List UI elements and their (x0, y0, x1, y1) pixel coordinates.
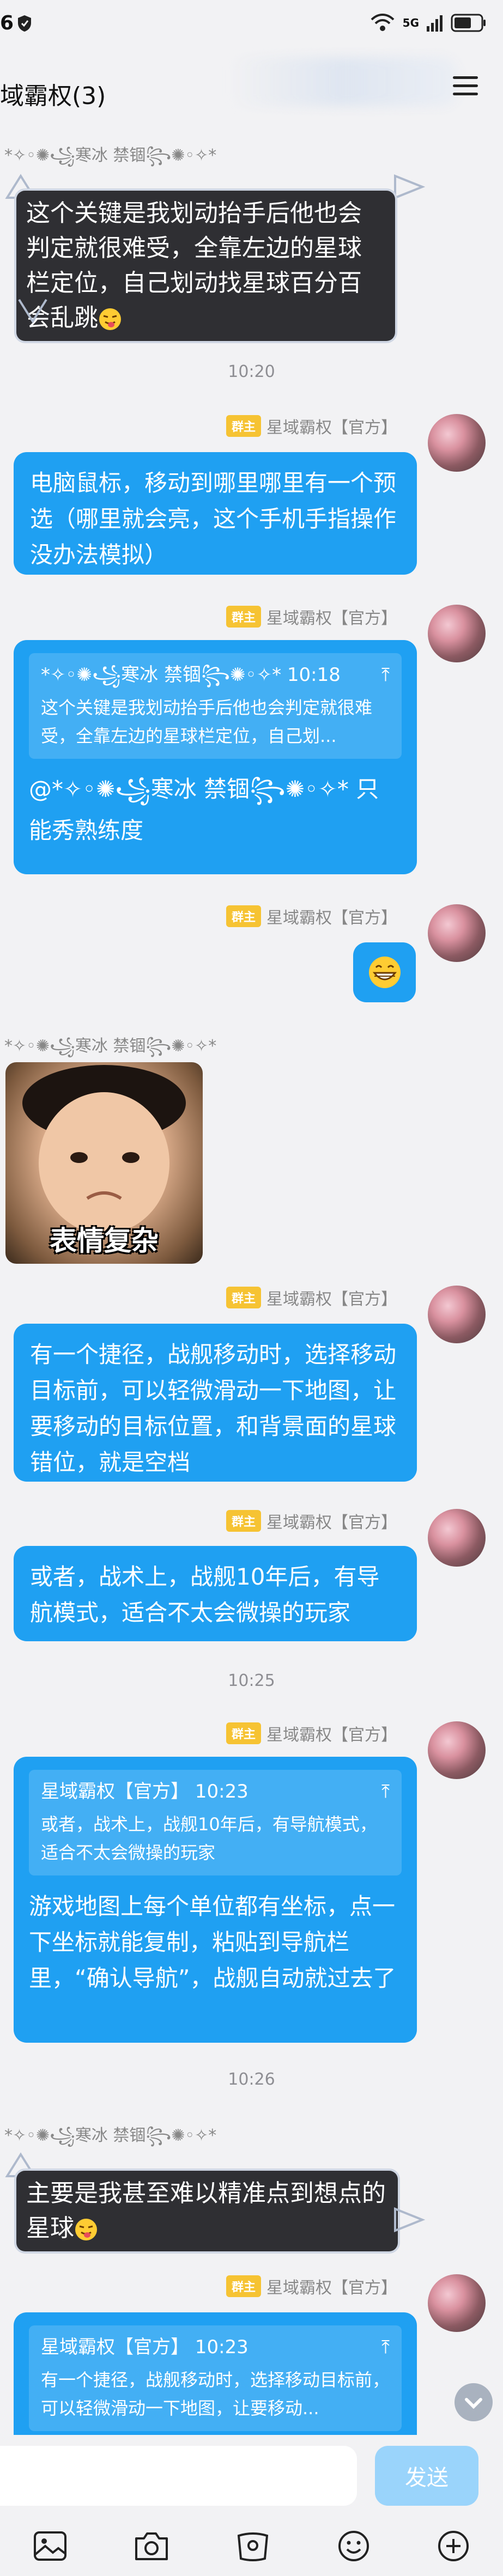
quote-text: 或者，战术上，战舰10年后，有导航模式，适合不太会微操的玩家 (41, 1814, 377, 1863)
message-text: 有一个捷径，战舰移动时，选择移动目标前，可以轻微滑动一下地图，让要移动的目标位置… (30, 1341, 397, 1476)
message-bubble[interactable]: *✧◦✺꧁寒冰 禁锢꧂✺◦✧* 10:18 ⤒ 这个关键是我划动抬手后他也会判定… (14, 640, 417, 874)
message-text: @*✧◦✺꧁寒冰 禁锢꧂✺◦✧* 只能秀熟练度 (29, 776, 379, 844)
grin-emoji-icon (368, 957, 401, 988)
tongue-emoji-icon (99, 308, 121, 330)
send-button[interactable]: 发送 (375, 2446, 478, 2506)
sender-name: *✧◦✺꧁寒冰 禁锢꧂✺◦✧* (4, 146, 217, 165)
status-time: 6 (0, 12, 14, 34)
sender-name: *✧◦✺꧁寒冰 禁锢꧂✺◦✧* (4, 2126, 217, 2145)
title-blur-decoration (229, 57, 458, 106)
message-text: 游戏地图上每个单位都有坐标，点一下坐标就能复制，粘贴到导航栏里，“确认导航”，战… (29, 1893, 396, 1992)
sender-name-row: *✧◦✺꧁寒冰 禁锢꧂✺◦✧* (4, 2122, 216, 2156)
sender-name: 星域霸权【官方】 (266, 1726, 398, 1745)
plus-icon[interactable] (437, 2530, 470, 2562)
message-text: 这个关键是我划动抬手后他也会判定就很难受，全靠左边的星球栏定位，自己划动找星球百… (26, 199, 362, 332)
avatar[interactable] (428, 414, 486, 472)
sender-name-row: 群主 星域霸权【官方】 (226, 1286, 397, 1310)
message-bubble[interactable]: 这个关键是我划动抬手后他也会判定就很难受，全靠左边的星球栏定位，自己划动找星球百… (16, 191, 395, 341)
role-badge: 群主 (226, 1510, 262, 1532)
red-packet-icon[interactable] (235, 2530, 270, 2562)
network-label: 5G (402, 16, 419, 29)
sender-name: 星域霸权【官方】 (266, 1513, 398, 1532)
sticker-image[interactable]: 表情复杂 (5, 1062, 203, 1264)
image-icon[interactable] (33, 2531, 67, 2561)
message-bubble[interactable]: 星域霸权【官方】 10:23 ⤒ 或者，战术上，战舰10年后，有导航模式，适合不… (14, 1757, 417, 2043)
battery-icon (451, 14, 486, 32)
quote-text: 这个关键是我划动抬手后他也会判定就很难受，全靠左边的星球栏定位，自己划... (41, 697, 373, 746)
sender-name: 星域霸权【官方】 (266, 2279, 398, 2298)
role-badge: 群主 (226, 606, 262, 628)
avatar[interactable] (428, 1509, 486, 1567)
menu-icon-line (453, 93, 478, 95)
tongue-emoji-icon (75, 2219, 97, 2240)
avatar[interactable] (428, 605, 486, 662)
menu-icon-line (453, 84, 478, 87)
role-badge: 群主 (226, 1287, 262, 1308)
menu-icon-line (453, 76, 478, 79)
quote-sender: *✧◦✺꧁寒冰 禁锢꧂✺◦✧* 10:18 (41, 664, 341, 686)
sender-name: 星域霸权【官方】 (266, 609, 398, 628)
chat-title: 域霸权(3) (0, 82, 106, 110)
avatar[interactable] (428, 1721, 486, 1779)
time-divider: 10:26 (228, 2070, 275, 2089)
message-text: 或者，战术上，战舰10年后，有导航模式，适合不太会微操的玩家 (30, 1563, 380, 1626)
role-badge: 群主 (226, 2275, 262, 2297)
menu-button[interactable] (453, 76, 478, 98)
sender-name: 星域霸权【官方】 (266, 909, 398, 928)
signal-icon (427, 15, 443, 32)
quote-card[interactable]: *✧◦✺꧁寒冰 禁锢꧂✺◦✧* 10:18 ⤒ 这个关键是我划动抬手后他也会判定… (29, 653, 402, 759)
sticker-caption: 表情复杂 (50, 1225, 159, 1257)
sender-name: 星域霸权【官方】 (266, 1290, 398, 1309)
status-icons: 5G (370, 13, 487, 33)
frost-decoration (394, 2207, 425, 2232)
jump-to-quote-icon[interactable]: ⤒ (381, 662, 390, 688)
sender-name-row: *✧◦✺꧁寒冰 禁锢꧂✺◦✧* (4, 142, 216, 176)
scroll-to-bottom-button[interactable] (454, 2383, 493, 2421)
sender-name: *✧◦✺꧁寒冰 禁锢꧂✺◦✧* (4, 1037, 217, 1056)
sender-name-row: *✧◦✺꧁寒冰 禁锢꧂✺◦✧* (4, 1032, 216, 1067)
role-badge: 群主 (226, 1722, 262, 1744)
time-divider: 10:20 (228, 362, 275, 381)
input-toolbar (0, 2516, 503, 2576)
frost-decoration (394, 174, 425, 199)
message-text: 电脑鼠标，移动到哪里哪里有一个预选（哪里就会亮，这个手机手指操作没办法模拟） (30, 470, 397, 568)
sender-name-row: 群主 星域霸权【官方】 (226, 414, 397, 438)
role-badge: 群主 (226, 905, 262, 927)
sender-name: 星域霸权【官方】 (266, 418, 398, 437)
quote-sender: 星域霸权【官方】 10:23 (41, 2336, 249, 2358)
sender-name-row: 群主 星域霸权【官方】 (226, 1509, 397, 1533)
chevron-down-icon (465, 2398, 482, 2409)
time-divider: 10:25 (228, 1671, 275, 1690)
sender-name-row: 群主 星域霸权【官方】 (226, 904, 397, 928)
jump-to-quote-icon[interactable]: ⤒ (381, 1779, 390, 1805)
quote-text: 有一个捷径，战舰移动时，选择移动目标前，可以轻微滑动一下地图，让要移动... (41, 2370, 390, 2419)
sender-name-row: 群主 星域霸权【官方】 (226, 605, 397, 629)
quote-card[interactable]: 星域霸权【官方】 10:23 ⤒ 或者，战术上，战舰10年后，有导航模式，适合不… (29, 1770, 402, 1875)
jump-to-quote-icon[interactable]: ⤒ (381, 2334, 390, 2360)
message-bubble[interactable]: 电脑鼠标，移动到哪里哪里有一个预选（哪里就会亮，这个手机手指操作没办法模拟） (14, 452, 417, 575)
sender-name-row: 群主 星域霸权【官方】 (226, 2274, 397, 2298)
message-bubble[interactable]: 主要是我甚至难以精准点到想点的星球 (16, 2171, 398, 2251)
avatar[interactable] (428, 2274, 486, 2332)
message-bubble[interactable]: 有一个捷径，战舰移动时，选择移动目标前，可以轻微滑动一下地图，让要移动的目标位置… (14, 1324, 417, 1482)
quote-card[interactable]: 星域霸权【官方】 10:23 ⤒ 有一个捷径，战舰移动时，选择移动目标前，可以轻… (29, 2325, 402, 2431)
camera-icon[interactable] (134, 2531, 169, 2561)
emoji-icon[interactable] (337, 2530, 370, 2562)
wifi-icon (371, 14, 395, 31)
avatar[interactable] (428, 904, 486, 962)
avatar[interactable] (428, 1286, 486, 1343)
sender-name-row: 群主 星域霸权【官方】 (226, 1721, 397, 1745)
message-bubble[interactable]: 星域霸权【官方】 10:23 ⤒ 有一个捷径，战舰移动时，选择移动目标前，可以轻… (14, 2312, 417, 2443)
message-bubble[interactable]: 或者，战术上，战舰10年后，有导航模式，适合不太会微操的玩家 (14, 1546, 417, 1641)
frost-decoration (18, 299, 47, 324)
message-bubble[interactable] (353, 942, 416, 1002)
role-badge: 群主 (226, 415, 262, 437)
shield-icon (18, 15, 31, 32)
message-input[interactable] (0, 2446, 357, 2506)
quote-sender: 星域霸权【官方】 10:23 (41, 1781, 249, 1802)
